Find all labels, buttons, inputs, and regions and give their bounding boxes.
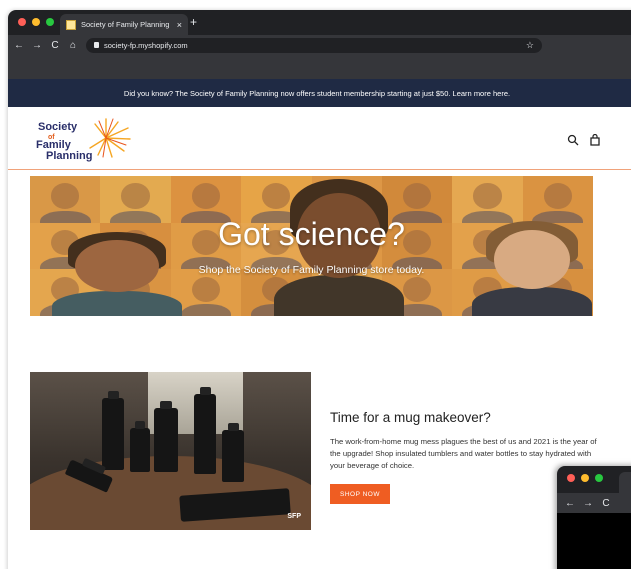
bookmarks-bar xyxy=(8,55,631,79)
new-tab-button[interactable]: + xyxy=(190,15,197,29)
site-header: Society of Family Planning xyxy=(8,107,631,170)
hero-subtitle: Shop the Society of Family Planning stor… xyxy=(198,264,425,276)
back-button[interactable]: ← xyxy=(14,40,24,51)
browser-toolbar: ← → C xyxy=(557,493,631,513)
browser-toolbar: ← → C ⌂ society-fp.myshopify.com ☆ xyxy=(8,35,631,55)
shop-now-button[interactable]: SHOP NOW xyxy=(330,484,390,504)
minimize-window-button[interactable] xyxy=(581,474,589,482)
starburst-icon xyxy=(89,118,131,158)
hero-title: Got science? xyxy=(218,216,405,252)
back-button[interactable]: ← xyxy=(565,498,575,509)
maximize-window-button[interactable] xyxy=(595,474,603,482)
forward-button[interactable]: → xyxy=(32,40,42,51)
sfp-badge: SFP xyxy=(287,513,301,520)
tumbler-image xyxy=(130,421,150,472)
bookmark-star-icon[interactable]: ☆ xyxy=(526,40,534,51)
site-logo[interactable]: Society of Family Planning xyxy=(36,118,136,162)
close-window-button[interactable] xyxy=(18,18,26,26)
bottle-image xyxy=(154,401,178,472)
browser-tab[interactable]: Society of Family Planning × xyxy=(60,14,188,35)
tab-bar: Society of Family Planning × + xyxy=(8,10,631,35)
tab-title: Society of Family Planning xyxy=(81,20,170,29)
window-controls xyxy=(567,474,603,482)
forward-button[interactable]: → xyxy=(583,498,593,509)
logo-line-3: Family xyxy=(36,139,71,151)
page-content xyxy=(557,513,631,569)
tab-close-icon[interactable]: × xyxy=(177,20,182,30)
feature-body: The work-from-home mug mess plagues the … xyxy=(330,437,597,470)
announcement-bar[interactable]: Did you know? The Society of Family Plan… xyxy=(8,79,631,107)
tumbler-image xyxy=(222,423,244,482)
close-window-button[interactable] xyxy=(567,474,575,482)
minimize-window-button[interactable] xyxy=(32,18,40,26)
favicon-icon xyxy=(66,19,76,30)
url-text[interactable]: society-fp.myshopify.com xyxy=(104,41,521,50)
logo-line-1: Society xyxy=(38,121,78,133)
reload-button[interactable]: C xyxy=(50,40,60,51)
lock-icon xyxy=(94,42,99,48)
reload-button[interactable]: C xyxy=(601,498,611,509)
hero-banner[interactable]: Got science? Shop the Society of Family … xyxy=(30,176,593,316)
bottle-image xyxy=(102,391,124,470)
header-icons xyxy=(567,134,601,146)
search-icon[interactable] xyxy=(567,134,579,146)
feature-title: Time for a mug makeover? xyxy=(330,410,491,425)
address-bar[interactable]: society-fp.myshopify.com ☆ xyxy=(86,37,542,53)
maximize-window-button[interactable] xyxy=(46,18,54,26)
browser-tab[interactable] xyxy=(619,472,631,493)
window-controls xyxy=(18,18,54,26)
cart-icon[interactable] xyxy=(589,134,601,146)
second-browser-window[interactable]: ← → C xyxy=(557,466,631,569)
bottle-image xyxy=(194,387,216,474)
mug-product-image[interactable]: SFP xyxy=(30,372,311,530)
home-button[interactable]: ⌂ xyxy=(68,40,78,51)
